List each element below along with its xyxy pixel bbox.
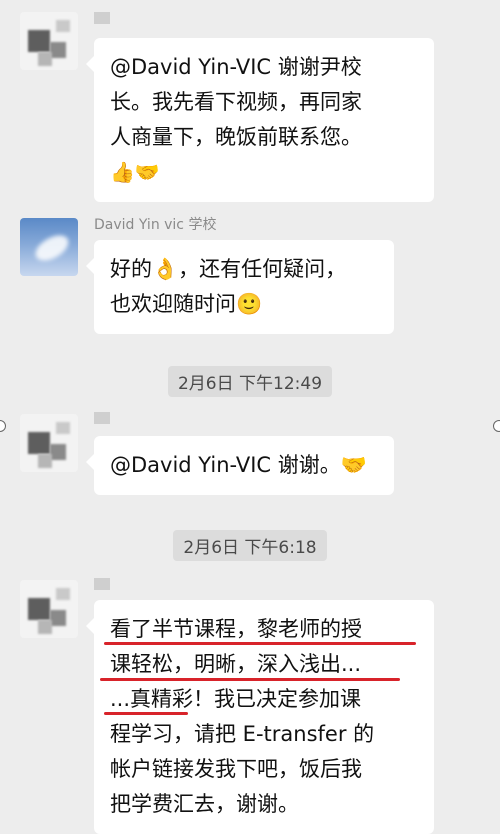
message-bubble[interactable]: @David Yin-VIC 谢谢尹校 长。我先看下视频，再同家 人商量下，晚饭… [86,38,434,202]
message-line: 课轻松，明晰，深入浅出... [110,652,362,676]
sender-name [94,12,110,24]
avatar[interactable] [20,414,78,472]
message-line: @David Yin-VIC 谢谢。🤝 [110,453,367,477]
message-line: 也欢迎随时问🙂 [110,292,263,316]
message-line: 长。我先看下视频，再同家 [110,90,362,114]
avatar[interactable] [20,12,78,70]
message-line: @David Yin-VIC 谢谢尹校 [110,55,362,79]
sender-name [94,578,110,590]
message-line: 帐户链接发我下吧，饭后我 [110,757,362,781]
message-bubble[interactable]: 好的👌，还有任何疑问， 也欢迎随时问🙂 [86,240,394,334]
message-line: 好的👌，还有任何疑问， [110,257,347,281]
timestamp-label: 2月6日 下午12:49 [167,366,333,397]
timestamp-label: 2月6日 下午6:18 [173,530,327,561]
avatar[interactable] [20,580,78,638]
avatar[interactable] [20,218,78,276]
thumbs-up-handshake-emoji: 👍🤝 [110,160,160,184]
sender-name: David Yin vic 学校 [94,217,217,233]
highlight-underline [100,678,400,681]
message-line: 程学习，请把 E-transfer 的 [110,722,375,746]
message-bubble[interactable]: @David Yin-VIC 谢谢。🤝 [86,436,394,495]
message-line: 人商量下，晚饭前联系您。 [110,125,362,149]
right-resize-handle-icon[interactable] [493,420,500,432]
highlight-underline [104,642,416,645]
sender-name [94,412,110,424]
timestamp: 2月6日 下午12:49 [4,366,496,397]
message-bubble[interactable]: 看了半节课程，黎老师的授 课轻松，明晰，深入浅出... ...真精彩！我已决定参… [86,600,434,834]
timestamp: 2月6日 下午6:18 [4,530,496,561]
highlight-underline [104,712,188,715]
message-line: 把学费汇去，谢谢。 [110,792,299,816]
chat-window: @David Yin-VIC 谢谢尹校 长。我先看下视频，再同家 人商量下，晚饭… [4,0,496,834]
